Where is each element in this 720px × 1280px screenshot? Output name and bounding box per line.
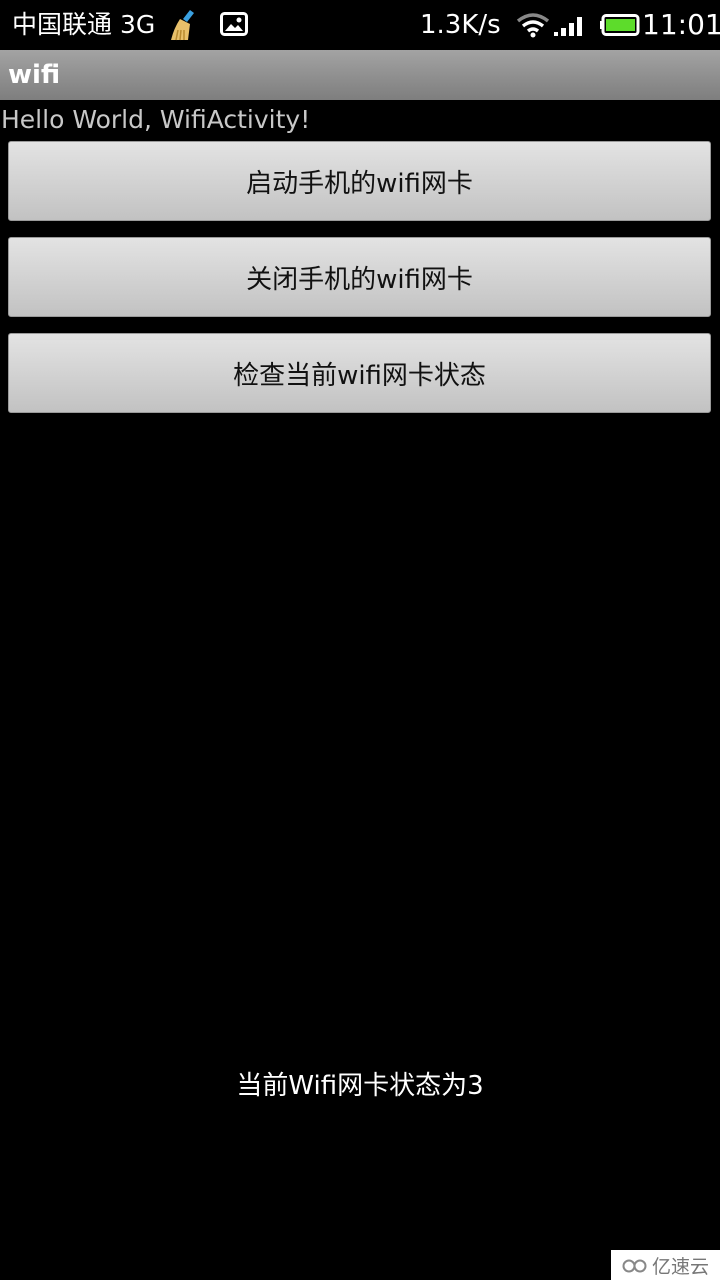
action-bar: wifi	[0, 50, 720, 100]
broom-cleaner-icon	[171, 10, 194, 41]
enable-wifi-button[interactable]: 启动手机的wifi网卡	[8, 141, 711, 221]
status-bar: 中国联通 3G 1.3K/s 11:01	[0, 0, 720, 50]
network-speed: 1.3K/s	[420, 10, 501, 40]
clock: 11:01	[642, 8, 720, 41]
gallery-image-icon	[220, 12, 248, 36]
carrier-label: 中国联通 3G	[12, 10, 156, 39]
wifi-status-result: 当前Wifi网卡状态为3	[236, 1071, 484, 1101]
watermark-text: 亿速云	[651, 1255, 709, 1278]
greeting-text: Hello World, WifiActivity!	[1, 105, 311, 134]
battery-icon	[600, 14, 640, 36]
wifi-icon	[516, 13, 550, 38]
watermark: 亿速云	[611, 1250, 720, 1280]
app-title: wifi	[8, 60, 61, 90]
disable-wifi-button[interactable]: 关闭手机的wifi网卡	[8, 237, 711, 317]
check-wifi-status-button[interactable]: 检查当前wifi网卡状态	[8, 333, 711, 413]
cloud-logo-icon	[622, 1259, 647, 1273]
signal-bars-icon	[554, 17, 582, 36]
